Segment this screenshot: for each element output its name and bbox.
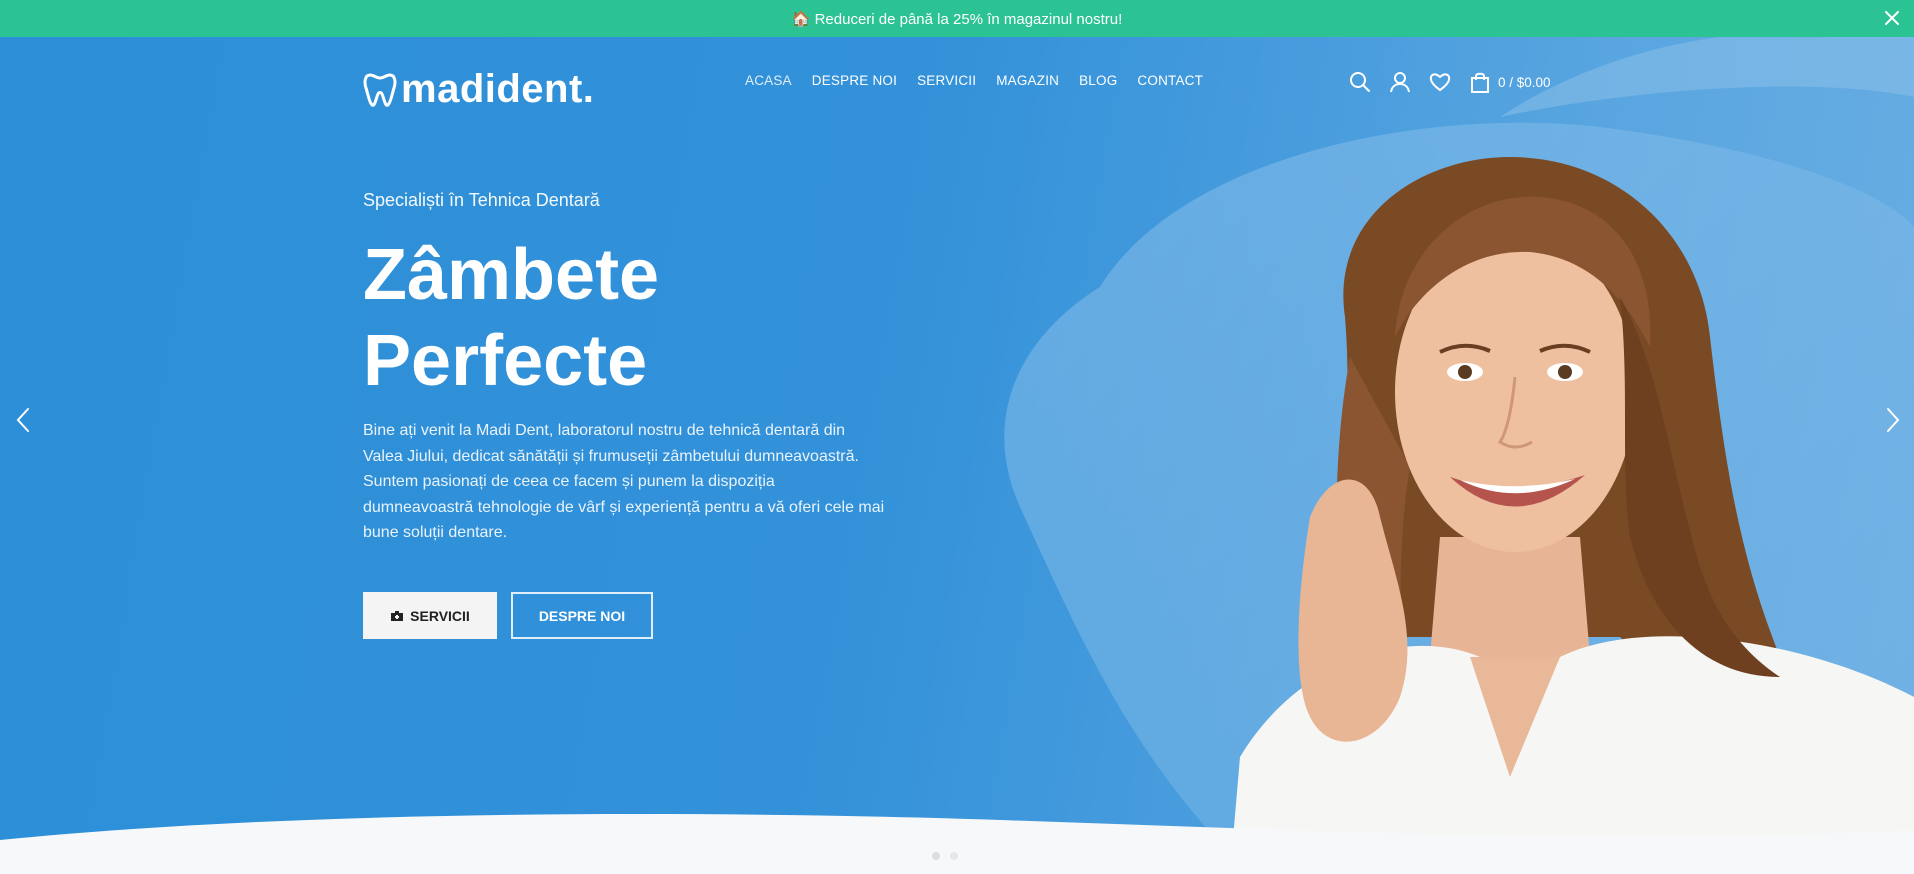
search-icon[interactable] — [1348, 70, 1372, 94]
promo-text: 🏠 Reduceri de până la 25% în magazinul n… — [792, 10, 1123, 28]
logo-text: madident. — [401, 67, 595, 111]
servicii-button-label: SERVICII — [410, 607, 470, 624]
user-icon[interactable] — [1388, 70, 1412, 94]
promo-bar: 🏠 Reduceri de până la 25% în magazinul n… — [0, 0, 1914, 37]
hero-bottom-wave — [0, 814, 1914, 874]
chevron-left-icon[interactable] — [8, 400, 38, 440]
nav-item-despre-noi[interactable]: DESPRE NOI — [812, 73, 897, 88]
headline-line-1: Zâmbete — [363, 235, 660, 315]
despre-noi-button[interactable]: DESPRE NOI — [511, 592, 653, 639]
nav-item-blog[interactable]: BLOG — [1079, 73, 1117, 88]
slider-pagination — [932, 852, 958, 860]
cart-summary: 0 / $0.00 — [1498, 74, 1551, 90]
slider-dot-2[interactable] — [950, 852, 958, 860]
nav-item-magazin[interactable]: MAGAZIN — [996, 73, 1059, 88]
site-header: madident. ACASA DESPRE NOI SERVICII MAGA… — [0, 37, 1914, 127]
nav-item-contact[interactable]: CONTACT — [1137, 73, 1203, 88]
chevron-right-icon[interactable] — [1878, 400, 1908, 440]
house-emoji-icon: 🏠 — [791, 10, 811, 28]
hero-description: Bine ați venit la Madi Dent, laboratorul… — [363, 422, 885, 541]
close-icon[interactable] — [1880, 6, 1904, 30]
hero-slider — [0, 37, 1914, 874]
cart-button[interactable]: 0 / $0.00 — [1470, 71, 1551, 93]
site-logo[interactable]: madident. — [363, 67, 594, 112]
medkit-icon — [391, 610, 404, 621]
promo-message: Reduceri de până la 25% în magazinul nos… — [814, 10, 1123, 28]
header-actions: 0 / $0.00 — [1348, 70, 1551, 94]
nav-item-acasa[interactable]: ACASA — [745, 73, 792, 88]
shopping-bag-icon — [1471, 72, 1489, 93]
nav-item-servicii[interactable]: SERVICII — [917, 73, 976, 88]
main-nav: ACASA DESPRE NOI SERVICII MAGAZIN BLOG C… — [745, 73, 1203, 88]
heart-icon[interactable] — [1428, 70, 1452, 94]
servicii-button[interactable]: SERVICII — [363, 592, 497, 639]
hero-headline: Zâmbete Perfecte — [363, 232, 963, 404]
hero-model-image — [1230, 157, 1914, 874]
slider-dot-1[interactable] — [932, 852, 940, 860]
hero-subtitle: Specialiști în Tehnica Dentară — [363, 190, 600, 210]
tooth-icon — [363, 72, 397, 107]
headline-line-2: Perfecte — [363, 321, 648, 401]
